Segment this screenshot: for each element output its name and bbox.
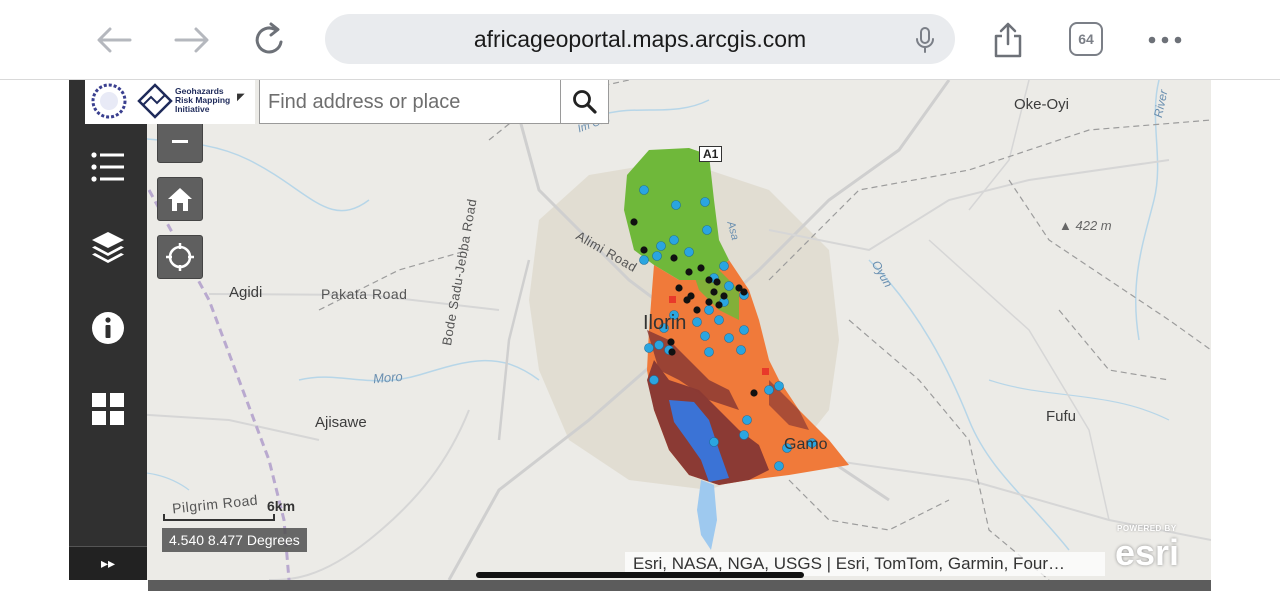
tabs-icon[interactable]: 64 bbox=[1069, 22, 1103, 56]
label-elevation: ▲ 422 m bbox=[1059, 218, 1112, 233]
label-agidi: Agidi bbox=[229, 284, 263, 301]
esri-logo: POWERED BY esri bbox=[1115, 522, 1205, 573]
logo-line-3: Initiative bbox=[175, 104, 210, 114]
more-icon[interactable] bbox=[1143, 18, 1187, 62]
screen: africageoportal.maps.arcgis.com 64 Oke-O… bbox=[0, 0, 1280, 591]
app-logo[interactable]: Geohazards Risk Mapping Initiative ◤ bbox=[85, 80, 255, 124]
logo-text: Geohazards Risk Mapping Initiative bbox=[175, 87, 230, 114]
legend-list-icon[interactable] bbox=[83, 142, 133, 192]
microphone-icon[interactable] bbox=[913, 26, 937, 54]
expand-sidebar-button[interactable]: ▸▸ bbox=[69, 546, 147, 580]
home-indicator[interactable] bbox=[476, 572, 804, 578]
address-bar[interactable]: africageoportal.maps.arcgis.com bbox=[325, 14, 955, 64]
label-moro: Moro bbox=[372, 368, 404, 387]
search-button[interactable] bbox=[560, 80, 608, 124]
highway-shield: A1 bbox=[699, 146, 723, 162]
locate-button[interactable] bbox=[157, 235, 203, 279]
label-ajisawe: Ajisawe bbox=[315, 414, 367, 431]
label-ilorin: Ilorin bbox=[643, 312, 687, 334]
coordinate-readout: 4.540 8.477 Degrees bbox=[162, 528, 307, 552]
label-gamo: Gamo bbox=[784, 436, 828, 453]
scale-label: 6km bbox=[267, 498, 296, 514]
layers-icon[interactable] bbox=[83, 222, 133, 272]
home-icon bbox=[168, 188, 192, 211]
scale-line bbox=[163, 514, 275, 521]
url-text: africageoportal.maps.arcgis.com bbox=[473, 26, 807, 52]
elevation-value: 422 m bbox=[1075, 218, 1112, 233]
caret-down-icon[interactable]: ◤ bbox=[237, 92, 245, 103]
back-arrow-icon[interactable] bbox=[92, 18, 136, 62]
search-widget bbox=[259, 80, 609, 124]
minus-icon bbox=[172, 140, 188, 143]
forward-arrow-icon[interactable] bbox=[170, 18, 214, 62]
logo-emblem-icon bbox=[91, 83, 173, 119]
reload-icon[interactable] bbox=[248, 18, 292, 62]
map-view[interactable]: Oke-Oyi Agidi Pakata Road Ajisawe Fufu M… bbox=[69, 80, 1211, 580]
esri-wordmark: esri bbox=[1115, 532, 1180, 573]
map-bottom-strip bbox=[148, 580, 1211, 591]
browser-toolbar: africageoportal.maps.arcgis.com 64 bbox=[0, 0, 1280, 80]
info-icon[interactable] bbox=[83, 303, 133, 353]
widgets-grid-icon[interactable] bbox=[83, 384, 133, 434]
home-button[interactable] bbox=[157, 177, 203, 221]
search-input[interactable] bbox=[268, 88, 558, 116]
label-pakata-road: Pakata Road bbox=[321, 286, 408, 302]
search-icon bbox=[572, 90, 597, 114]
locate-crosshair-icon bbox=[166, 243, 194, 271]
zoom-out-button[interactable] bbox=[157, 119, 203, 163]
share-icon[interactable] bbox=[986, 18, 1030, 62]
label-oke-oyi: Oke-Oyi bbox=[1014, 96, 1070, 113]
label-fufu: Fufu bbox=[1046, 408, 1077, 425]
sidebar: ▸▸ bbox=[69, 80, 147, 580]
